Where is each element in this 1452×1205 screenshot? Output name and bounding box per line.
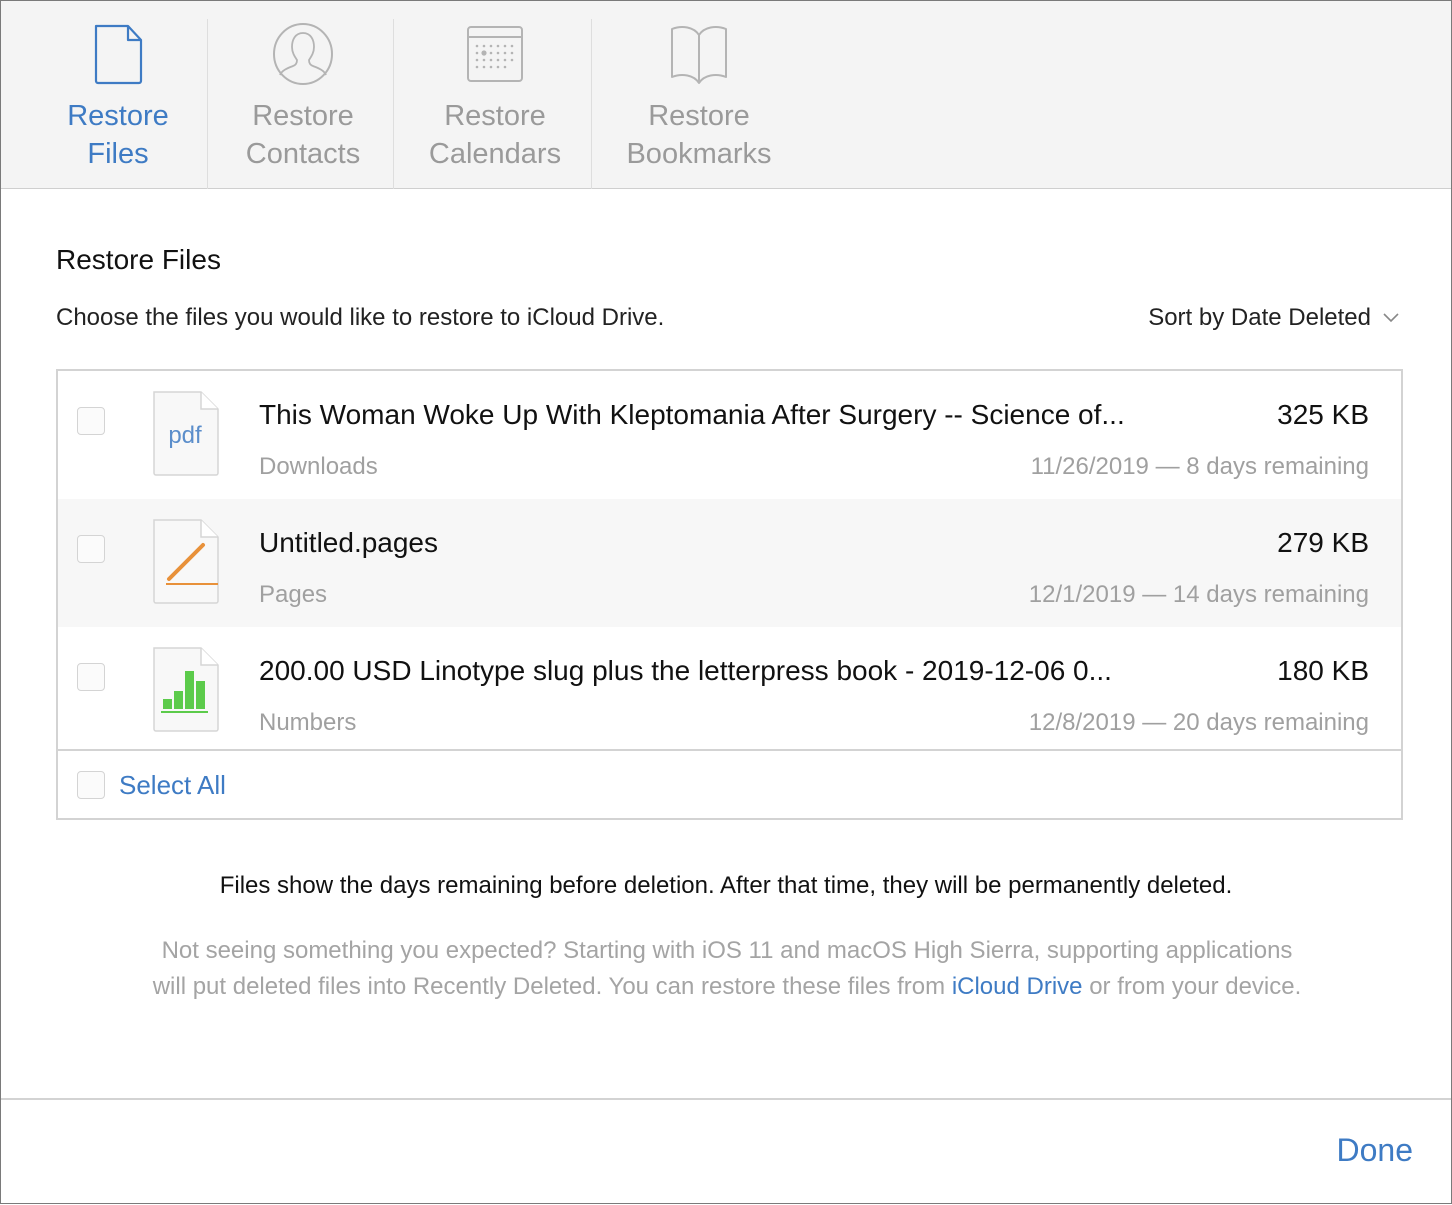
file-size: 180 KB: [1277, 655, 1369, 686]
section-subtitle: Choose the files you would like to resto…: [56, 304, 665, 331]
file-size: 279 KB: [1277, 527, 1369, 558]
tab-label-line2: Bookmarks: [626, 138, 772, 170]
tab-label-line1: Restore: [648, 100, 750, 132]
file-date-remaining: 11/26/2019 — 8 days remaining: [1030, 453, 1369, 480]
deletion-note: Files show the days remaining before del…: [219, 872, 1233, 899]
info-note: Not seeing something you expected? Start…: [151, 933, 1303, 1005]
tab-label-line1: Restore: [67, 100, 169, 132]
file-location: Downloads: [259, 453, 378, 480]
pages-file-icon: [153, 519, 219, 604]
file-location: Numbers: [259, 709, 357, 736]
file-checkbox[interactable]: [77, 407, 105, 435]
sort-dropdown[interactable]: Sort by Date Deleted: [1148, 304, 1399, 332]
file-list: pdf This Woman Woke Up With Kleptomania …: [56, 369, 1403, 820]
icloud-drive-link[interactable]: iCloud Drive: [952, 973, 1083, 1000]
tab-divider: [207, 19, 208, 189]
pdf-file-icon: pdf: [153, 391, 219, 476]
file-row[interactable]: 200.00 USD Linotype slug plus the letter…: [58, 627, 1401, 749]
book-icon: [671, 26, 727, 84]
file-row[interactable]: pdf This Woman Woke Up With Kleptomania …: [58, 371, 1401, 499]
sort-label: Sort by Date Deleted: [1148, 304, 1371, 331]
file-date-remaining: 12/1/2019 — 14 days remaining: [1028, 581, 1369, 608]
contact-icon: [273, 23, 333, 85]
restore-dialog: Restore Files Restore Contacts Restore C…: [0, 0, 1452, 1204]
numbers-file-icon: [153, 647, 219, 732]
file-date-remaining: 12/8/2019 — 20 days remaining: [1028, 709, 1369, 736]
tab-divider: [591, 19, 592, 189]
tab-label-line2: Calendars: [428, 138, 562, 170]
file-row[interactable]: Untitled.pages 279 KB Pages 12/1/2019 — …: [58, 499, 1401, 627]
tab-restore-calendars[interactable]: Restore Calendars: [419, 19, 571, 189]
calendar-icon: [467, 26, 523, 82]
file-checkbox[interactable]: [77, 663, 105, 691]
file-name: This Woman Woke Up With Kleptomania Afte…: [259, 399, 1125, 430]
tab-label-line2: Files: [87, 138, 149, 170]
tab-bar: Restore Files Restore Contacts Restore C…: [1, 1, 1451, 189]
dialog-footer: Done: [1, 1098, 1451, 1205]
tab-label-line1: Restore: [444, 100, 546, 132]
section-title: Restore Files: [56, 244, 221, 275]
pdf-label: pdf: [168, 422, 202, 449]
select-all-row: Select All: [58, 749, 1401, 820]
file-location: Pages: [259, 581, 328, 608]
file-size: 325 KB: [1277, 399, 1369, 430]
tab-restore-contacts[interactable]: Restore Contacts: [233, 19, 373, 189]
tab-label-line2: Contacts: [245, 138, 361, 170]
tab-restore-bookmarks[interactable]: Restore Bookmarks: [615, 19, 783, 189]
file-name: 200.00 USD Linotype slug plus the letter…: [259, 655, 1112, 686]
document-icon: [94, 24, 143, 85]
info-note-text-end: or from your device.: [1082, 973, 1302, 1000]
select-all-link[interactable]: Select All: [119, 770, 226, 801]
select-all-checkbox[interactable]: [77, 771, 105, 799]
done-button[interactable]: Done: [1337, 1132, 1414, 1169]
tab-label-line1: Restore: [252, 100, 354, 132]
tab-restore-files[interactable]: Restore Files: [49, 19, 187, 189]
tab-divider: [393, 19, 394, 189]
chevron-down-icon: [1383, 313, 1399, 323]
file-name: Untitled.pages: [259, 527, 439, 558]
file-checkbox[interactable]: [77, 535, 105, 563]
